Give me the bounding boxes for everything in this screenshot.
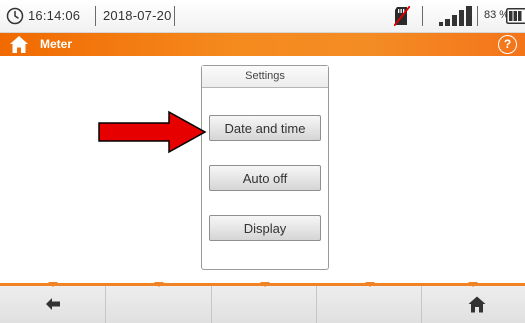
signal-strength-icon [439, 6, 472, 26]
date-and-time-button[interactable]: Date and time [209, 115, 321, 141]
clock-icon [6, 7, 24, 25]
sd-card-icon [394, 6, 410, 26]
annotation-arrow-icon [98, 110, 207, 154]
home-icon[interactable] [468, 296, 486, 313]
footer-notch [468, 282, 478, 287]
status-divider [95, 6, 96, 26]
footer-notch [365, 282, 375, 287]
home-icon[interactable] [9, 35, 29, 54]
back-arrow-icon[interactable] [46, 298, 60, 310]
help-icon[interactable]: ? [498, 35, 517, 54]
footer-notch [48, 282, 58, 287]
status-divider [477, 6, 478, 26]
app-header: Meter ? [0, 33, 525, 56]
status-time: 16:14:06 [28, 8, 81, 23]
display-button[interactable]: Display [209, 215, 321, 241]
footer-cell [317, 286, 422, 323]
footer-cell [212, 286, 317, 323]
status-divider [174, 6, 175, 26]
settings-panel: Settings Date and time Auto off Display [201, 65, 329, 270]
panel-title: Settings [202, 66, 328, 88]
status-date: 2018-07-20 [103, 8, 172, 23]
battery-icon [506, 8, 525, 24]
footer-notch [154, 282, 164, 287]
page-title: Meter [40, 37, 73, 51]
status-bar: 16:14:06 2018-07-20 83 % [0, 0, 525, 33]
bottom-toolbar [0, 282, 525, 323]
footer-notch [260, 282, 270, 287]
status-divider [422, 6, 423, 26]
auto-off-button[interactable]: Auto off [209, 165, 321, 191]
footer-cell [106, 286, 212, 323]
